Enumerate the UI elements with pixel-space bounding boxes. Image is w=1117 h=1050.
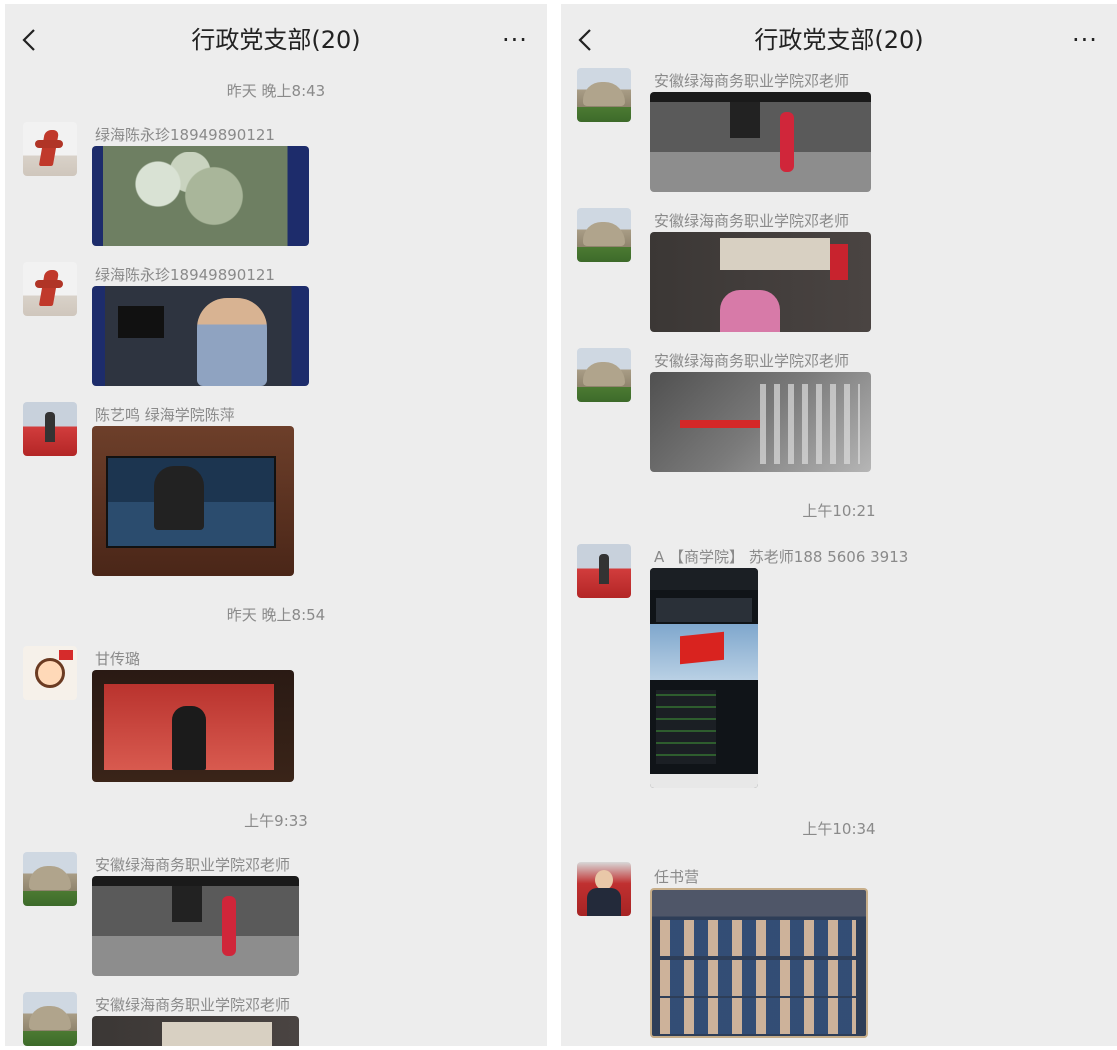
sender-name: 安徽绿海商务职业学院邓老师 bbox=[654, 352, 850, 370]
video-message[interactable] bbox=[92, 286, 309, 386]
more-options-button[interactable]: ··· bbox=[1065, 18, 1105, 62]
chevron-left-icon bbox=[22, 29, 35, 51]
sender-avatar[interactable] bbox=[23, 992, 77, 1046]
sender-name: 绿海陈永珍18949890121 bbox=[95, 126, 275, 144]
video-message[interactable] bbox=[650, 232, 871, 332]
sender-avatar[interactable] bbox=[577, 68, 631, 122]
sender-name: 甘传璐 bbox=[95, 650, 141, 668]
video-message[interactable] bbox=[92, 876, 299, 976]
image-message[interactable] bbox=[92, 670, 294, 782]
sender-avatar[interactable] bbox=[23, 646, 77, 700]
sender-avatar[interactable] bbox=[23, 852, 77, 906]
timestamp: 昨天 晚上8:43 bbox=[226, 82, 326, 100]
chat-panel-right: 行政党支部(20) ··· 安徽绿海商务职业学院邓老师 安徽绿海商务职业学院邓老… bbox=[561, 4, 1117, 1046]
chat-title: 行政党支部(20) bbox=[754, 26, 924, 54]
sender-name: 安徽绿海商务职业学院邓老师 bbox=[95, 996, 291, 1014]
sender-avatar[interactable] bbox=[577, 862, 631, 916]
video-message[interactable] bbox=[92, 1016, 299, 1046]
more-options-button[interactable]: ··· bbox=[495, 18, 535, 62]
chevron-left-icon bbox=[578, 29, 591, 51]
timestamp: 上午9:33 bbox=[244, 812, 308, 830]
sender-avatar[interactable] bbox=[577, 208, 631, 262]
sender-name: 陈艺鸣 绿海学院陈萍 bbox=[95, 406, 235, 424]
sender-avatar[interactable] bbox=[23, 402, 77, 456]
sender-avatar[interactable] bbox=[577, 348, 631, 402]
image-message[interactable] bbox=[650, 888, 868, 1038]
back-button[interactable] bbox=[577, 18, 607, 62]
sender-avatar[interactable] bbox=[23, 122, 77, 176]
timestamp: 昨天 晚上8:54 bbox=[226, 606, 326, 624]
back-button[interactable] bbox=[21, 18, 51, 62]
sender-name: 任书营 bbox=[654, 868, 700, 886]
image-message[interactable] bbox=[92, 426, 294, 576]
chat-panel-left: 行政党支部(20) ··· 昨天 晚上8:43 绿海陈永珍18949890121… bbox=[5, 4, 547, 1046]
video-message[interactable] bbox=[650, 372, 871, 472]
video-message[interactable] bbox=[650, 92, 871, 192]
video-message[interactable] bbox=[92, 146, 309, 246]
timestamp: 上午10:34 bbox=[802, 820, 876, 838]
chat-title: 行政党支部(20) bbox=[191, 26, 361, 54]
sender-name: A 【商学院】 苏老师188 5606 3913 bbox=[654, 548, 909, 566]
sender-name: 安徽绿海商务职业学院邓老师 bbox=[654, 212, 850, 230]
sender-name: 安徽绿海商务职业学院邓老师 bbox=[654, 72, 850, 90]
sender-avatar[interactable] bbox=[23, 262, 77, 316]
image-message[interactable] bbox=[650, 568, 758, 788]
sender-name: 安徽绿海商务职业学院邓老师 bbox=[95, 856, 291, 874]
timestamp: 上午10:21 bbox=[802, 502, 876, 520]
sender-name: 绿海陈永珍18949890121 bbox=[95, 266, 275, 284]
sender-avatar[interactable] bbox=[577, 544, 631, 598]
